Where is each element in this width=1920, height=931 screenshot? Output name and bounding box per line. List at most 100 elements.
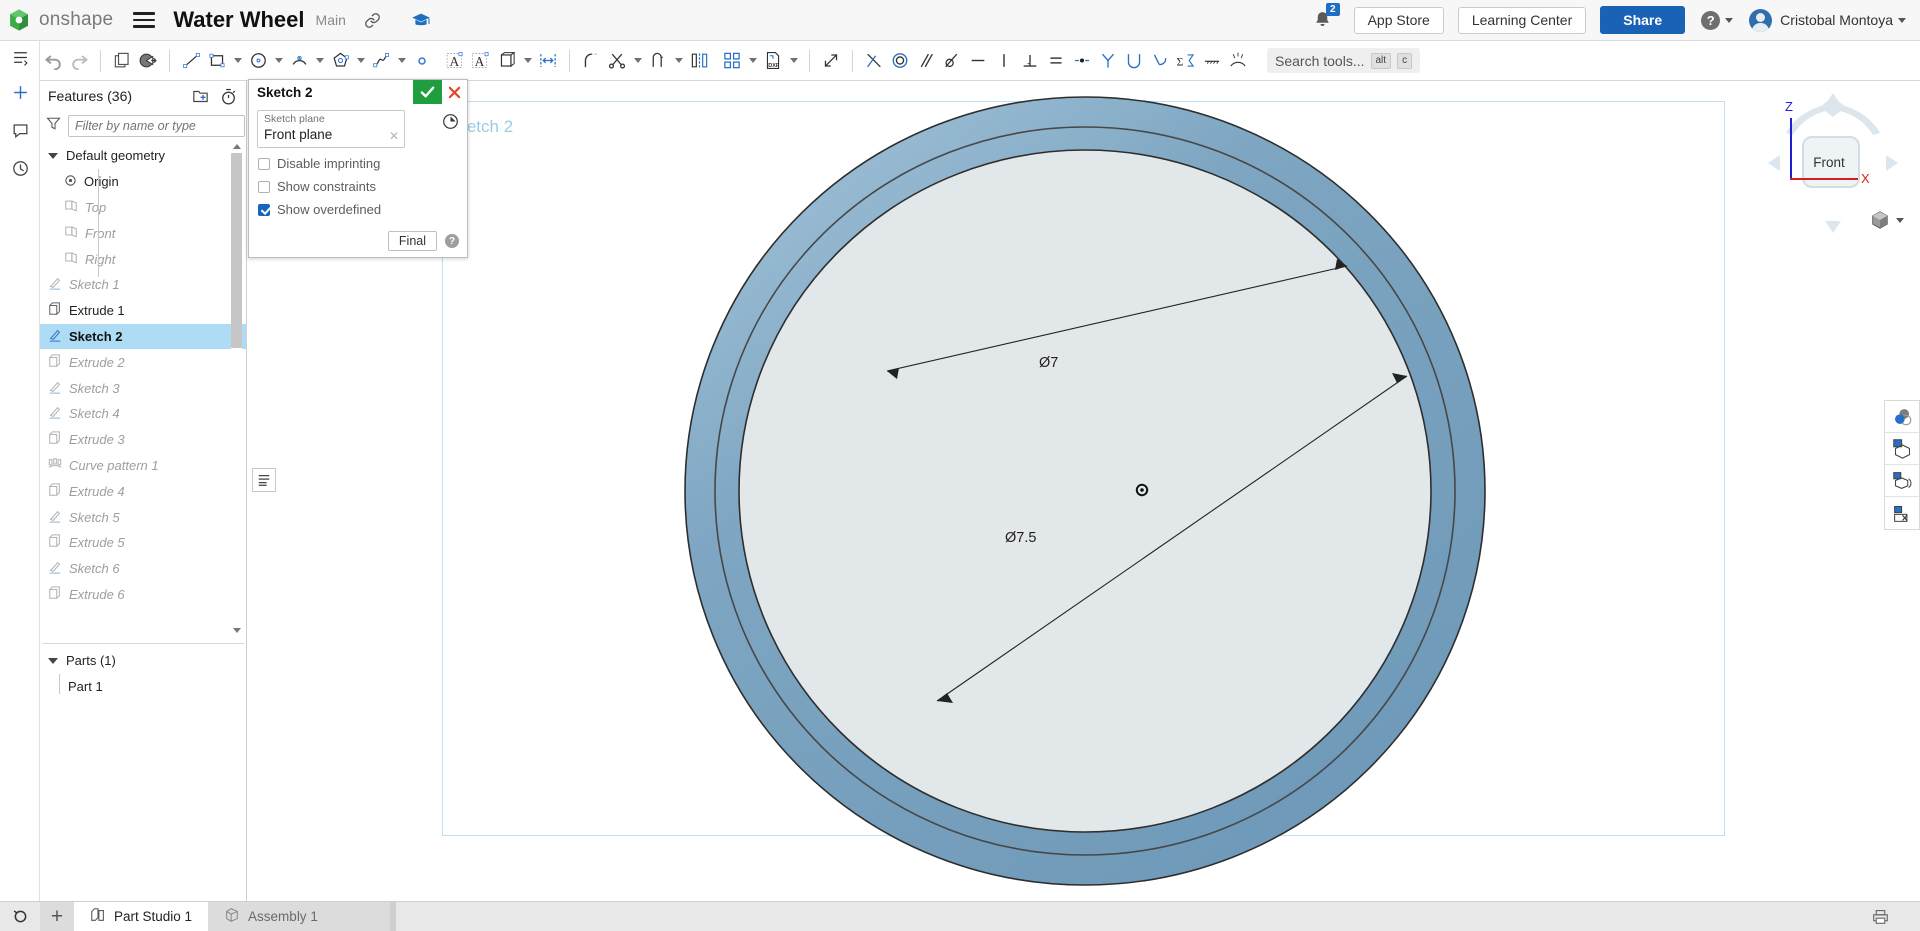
help-menu[interactable]: ? (1685, 10, 1734, 30)
dimension-icon[interactable] (818, 46, 844, 76)
diameter-dim-7[interactable]: Ø7 (1037, 355, 1061, 371)
tree-item-extrude-1[interactable]: Extrude 1 (40, 298, 246, 324)
graduation-cap-icon[interactable] (411, 12, 431, 28)
tree-item-sketch-3[interactable]: Sketch 3 (40, 375, 246, 401)
checkbox-show-overdefined[interactable]: Show overdefined (257, 202, 459, 217)
spline-dropdown-chevron-down-icon[interactable] (394, 46, 409, 76)
extend-dropdown-chevron-down-icon[interactable] (671, 46, 686, 76)
arc-icon[interactable] (286, 46, 312, 76)
text-icon[interactable]: A (442, 46, 468, 76)
explode-view-icon[interactable] (1885, 497, 1919, 529)
polygon-icon[interactable] (327, 46, 353, 76)
dxf-dropdown-chevron-down-icon[interactable] (786, 46, 801, 76)
sketch-plane-field[interactable]: Sketch plane Front plane ✕ (257, 110, 405, 148)
line-icon[interactable] (178, 46, 204, 76)
section-view-icon[interactable] (1885, 433, 1919, 465)
rectangle-icon[interactable] (204, 46, 230, 76)
feature-list-icon[interactable] (0, 41, 40, 73)
part-item-part-1[interactable]: Part 1 (40, 674, 246, 700)
hamburger-menu-icon[interactable] (133, 12, 156, 28)
fix-icon[interactable] (1121, 46, 1147, 76)
redo-icon[interactable] (66, 46, 92, 76)
panel-toggle-icon[interactable] (252, 468, 276, 492)
link-icon[interactable] (364, 12, 381, 29)
midpoint-icon[interactable] (1069, 46, 1095, 76)
circle-icon[interactable] (245, 46, 271, 76)
symmetric-icon[interactable] (1095, 46, 1121, 76)
tree-item-extrude-4[interactable]: Extrude 4 (40, 478, 246, 504)
parts-group-header[interactable]: Parts (1) (40, 648, 246, 674)
tree-group-default-geometry[interactable]: Default geometry (40, 143, 246, 169)
tree-item-origin[interactable]: Origin (40, 169, 246, 195)
equal-icon[interactable] (1043, 46, 1069, 76)
onshape-logo-icon[interactable] (6, 7, 32, 33)
tree-item-sketch-2[interactable]: Sketch 2 (40, 323, 246, 350)
spline-icon[interactable] (368, 46, 394, 76)
view-cube[interactable]: Front Z X (1758, 85, 1908, 245)
coincident-icon[interactable] (861, 46, 887, 76)
mirror-tool-icon[interactable] (535, 46, 561, 76)
measure-arc-icon[interactable] (1225, 46, 1251, 76)
notifications-button[interactable]: 2 (1313, 3, 1340, 30)
fillet-icon[interactable] (578, 46, 604, 76)
scrollbar-thumb[interactable] (231, 153, 242, 348)
checkbox-disable-imprinting[interactable]: Disable imprinting (257, 156, 459, 171)
final-button[interactable]: Final (387, 231, 437, 251)
tree-item-sketch-5[interactable]: Sketch 5 (40, 504, 246, 530)
normal-icon[interactable] (1147, 46, 1173, 76)
tree-item-curve-pattern-1[interactable]: Curve pattern 1 (40, 453, 246, 479)
scroll-down-arrow-icon[interactable] (231, 625, 242, 636)
tab-resize-grip[interactable] (390, 901, 397, 931)
use-project-icon[interactable]: A (468, 46, 494, 76)
dxf-import-icon[interactable]: DXF (760, 46, 786, 76)
tree-item-right-plane[interactable]: Right (40, 246, 246, 272)
extend-icon[interactable] (645, 46, 671, 76)
tree-item-sketch-1[interactable]: Sketch 1 (40, 272, 246, 298)
learning-center-button[interactable]: Learning Center (1457, 6, 1587, 34)
copy-icon[interactable] (109, 46, 135, 76)
clock-history-icon[interactable] (442, 113, 459, 135)
feature-tree-scrollbar[interactable] (231, 141, 242, 636)
parallel-icon[interactable] (913, 46, 939, 76)
help-icon[interactable]: ? (445, 234, 459, 248)
appearance-icon[interactable] (1885, 401, 1919, 433)
paste-sketch-icon[interactable] (135, 46, 161, 76)
search-tabs-icon[interactable] (0, 902, 40, 931)
tab-part-studio-1[interactable]: Part Studio 1 (74, 901, 209, 931)
perpendicular-icon[interactable] (1017, 46, 1043, 76)
undo-icon[interactable] (40, 46, 66, 76)
filter-funnel-icon[interactable] (46, 116, 61, 136)
print-icon[interactable] (1871, 908, 1890, 925)
offset-dropdown-chevron-down-icon[interactable] (520, 46, 535, 76)
display-mode-dropdown[interactable] (1870, 210, 1904, 230)
search-input[interactable] (68, 115, 245, 137)
clear-x-icon[interactable]: ✕ (389, 129, 399, 143)
polygon-dropdown-chevron-down-icon[interactable] (353, 46, 368, 76)
diameter-dim-7-5[interactable]: Ø7.5 (1003, 530, 1039, 546)
tree-item-extrude-5[interactable]: Extrude 5 (40, 530, 246, 556)
trim-icon[interactable] (604, 46, 630, 76)
tree-item-top-plane[interactable]: Top (40, 195, 246, 221)
rollback-timer-icon[interactable] (218, 86, 238, 106)
comments-icon[interactable] (0, 111, 40, 149)
rectangle-dropdown-chevron-down-icon[interactable] (230, 46, 245, 76)
tree-item-front-plane[interactable]: Front (40, 220, 246, 246)
pattern-dropdown-chevron-down-icon[interactable] (745, 46, 760, 76)
tree-item-sketch-4[interactable]: Sketch 4 (40, 401, 246, 427)
vertical-icon[interactable] (991, 46, 1017, 76)
curvature-icon[interactable]: Σ (1173, 46, 1199, 76)
arc-dropdown-chevron-down-icon[interactable] (312, 46, 327, 76)
concentric-icon[interactable] (887, 46, 913, 76)
tab-assembly-1[interactable]: Assembly 1 (208, 901, 391, 931)
point-icon[interactable] (409, 46, 435, 76)
tangent-icon[interactable] (939, 46, 965, 76)
search-tools-input[interactable]: Search tools... alt c (1267, 48, 1421, 73)
history-icon[interactable] (0, 149, 40, 187)
trim-dropdown-chevron-down-icon[interactable] (630, 46, 645, 76)
share-button[interactable]: Share (1600, 6, 1686, 34)
mirror-icon[interactable] (686, 46, 712, 76)
linear-pattern-icon[interactable] (719, 46, 745, 76)
insert-feature-icon[interactable] (0, 73, 40, 111)
accept-button[interactable] (413, 80, 442, 104)
water-wheel-model[interactable] (247, 81, 1920, 901)
